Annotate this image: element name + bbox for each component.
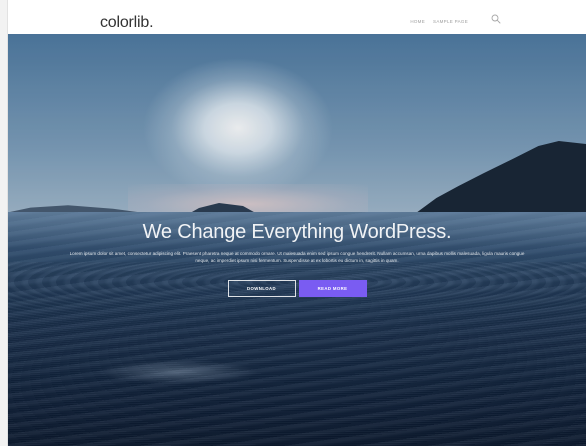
hero-description: Lorem ipsum dolor sit amet, consectetur … (69, 251, 525, 263)
download-button[interactable]: DOWNLOAD (227, 280, 296, 297)
site-header: colorlib. HOME SAMPLE PAGE (8, 0, 586, 34)
search-wrapper (486, 14, 501, 24)
main-nav: HOME SAMPLE PAGE (410, 14, 501, 24)
search-icon[interactable] (490, 13, 502, 25)
nav-item-sample-page[interactable]: SAMPLE PAGE (433, 19, 468, 24)
nav-item-home[interactable]: HOME (410, 19, 425, 24)
hero-title: We Change Everything WordPress. (142, 221, 452, 243)
window-frame (0, 0, 8, 446)
hero-section: We Change Everything WordPress. Lorem ip… (8, 34, 586, 446)
hero-buttons: DOWNLOAD READ MORE (8, 280, 586, 297)
read-more-button[interactable]: READ MORE (298, 280, 367, 297)
hero-content: We Change Everything WordPress. Lorem ip… (8, 220, 586, 297)
site-logo[interactable]: colorlib. (100, 14, 154, 32)
